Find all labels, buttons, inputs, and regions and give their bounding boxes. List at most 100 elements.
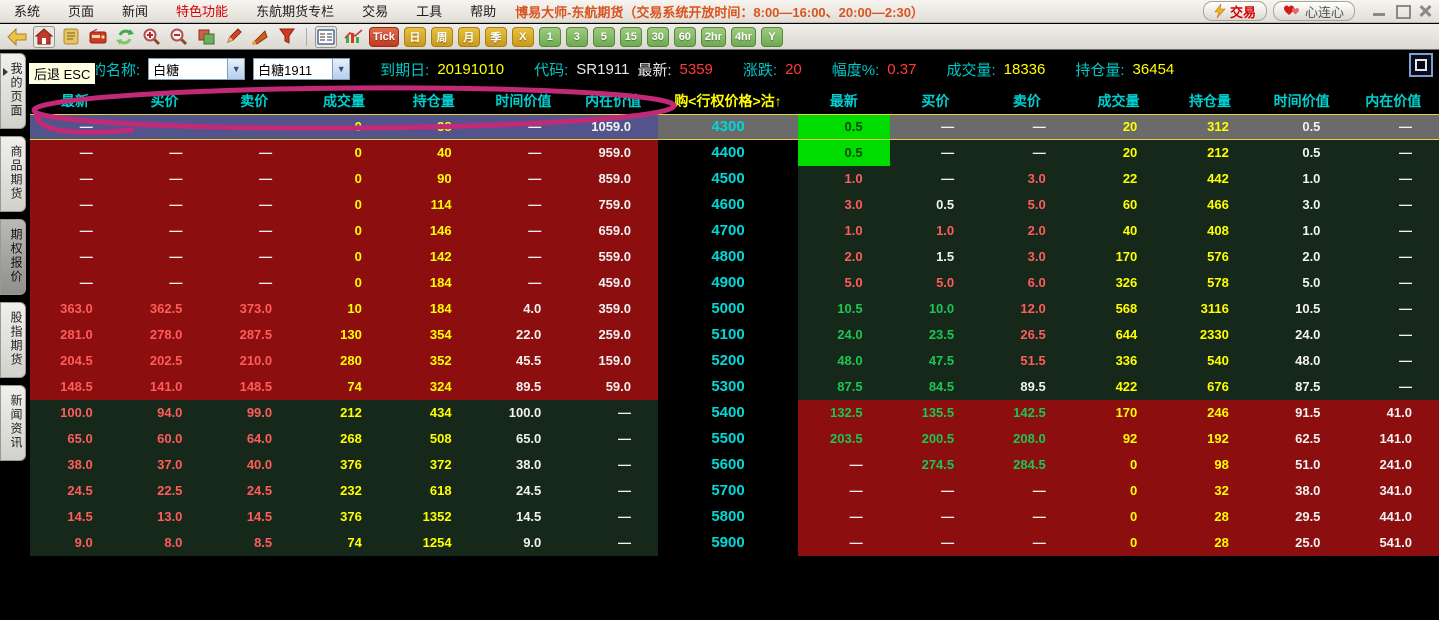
period-button-30[interactable]: 30 bbox=[647, 27, 669, 47]
call-header-1[interactable]: 最新 bbox=[30, 88, 120, 114]
menu-item-2[interactable]: 页面 bbox=[54, 0, 108, 23]
period-button-y[interactable]: Y bbox=[761, 27, 783, 47]
back-arrow-icon[interactable] bbox=[6, 26, 28, 48]
option-row-4600[interactable]: ———0114—759.046003.00.55.0604663.0— bbox=[30, 192, 1439, 218]
option-row-5000[interactable]: 363.0362.5373.0101844.0359.0500010.510.0… bbox=[30, 296, 1439, 322]
menu-item-8[interactable]: 帮助 bbox=[456, 0, 510, 23]
cell: 87.5 bbox=[798, 374, 890, 400]
cell: 4.0 bbox=[479, 296, 569, 322]
period-button-日[interactable]: 日 bbox=[404, 27, 426, 47]
option-row-4700[interactable]: ———0146—659.047001.01.02.0404081.0— bbox=[30, 218, 1439, 244]
put-header-6[interactable]: 时间价值 bbox=[1256, 88, 1348, 114]
period-button-15[interactable]: 15 bbox=[620, 27, 642, 47]
call-header-3[interactable]: 卖价 bbox=[209, 88, 299, 114]
period-button-5[interactable]: 5 bbox=[593, 27, 615, 47]
period-button-60[interactable]: 60 bbox=[674, 27, 696, 47]
period-button-tick[interactable]: Tick bbox=[369, 27, 399, 47]
cell: 64.0 bbox=[209, 426, 299, 452]
cell: 40 bbox=[389, 140, 479, 166]
period-button-月[interactable]: 月 bbox=[458, 27, 480, 47]
option-row-4800[interactable]: ———0142—559.048002.01.53.01705762.0— bbox=[30, 244, 1439, 270]
option-row-5900[interactable]: 9.08.08.57412549.0—5900———02825.0541.0 bbox=[30, 530, 1439, 556]
cell: 676 bbox=[1164, 374, 1256, 400]
fm-icon[interactable] bbox=[87, 26, 109, 48]
call-header-6[interactable]: 时间价值 bbox=[479, 88, 569, 114]
period-button-x[interactable]: X bbox=[512, 27, 534, 47]
menu-item-5[interactable]: 东航期货专栏 bbox=[242, 0, 348, 23]
option-row-5200[interactable]: 204.5202.5210.028035245.5159.0520048.047… bbox=[30, 348, 1439, 374]
cell: 6.0 bbox=[981, 270, 1073, 296]
trade-button[interactable]: 交易 bbox=[1203, 1, 1267, 21]
sidebar-tab-3[interactable]: 期权报价 bbox=[0, 219, 26, 295]
funnel-icon[interactable] bbox=[276, 26, 298, 48]
put-header-2[interactable]: 买价 bbox=[890, 88, 982, 114]
sidebar-tab-4[interactable]: 股指期货 bbox=[0, 302, 26, 378]
period-button-3[interactable]: 3 bbox=[566, 27, 588, 47]
sidebar-tab-1[interactable]: 我的页面 bbox=[0, 53, 26, 129]
contract-select[interactable]: 白糖1911 ▼ bbox=[253, 58, 350, 80]
code-value: SR1911 bbox=[576, 61, 629, 78]
sidebar-tab-5[interactable]: 新闻资讯 bbox=[0, 385, 26, 461]
minimize-icon[interactable] bbox=[1369, 3, 1389, 19]
period-button-周[interactable]: 周 bbox=[431, 27, 453, 47]
zoom-out-icon[interactable] bbox=[168, 26, 190, 48]
call-header-2[interactable]: 买价 bbox=[120, 88, 210, 114]
option-row-5500[interactable]: 65.060.064.026850865.0—5500203.5200.5208… bbox=[30, 426, 1439, 452]
strike-price: 5100 bbox=[658, 322, 798, 348]
put-header-5[interactable]: 持仓量 bbox=[1164, 88, 1256, 114]
period-button-2hr[interactable]: 2hr bbox=[701, 27, 726, 47]
put-side: 132.5135.5142.517024691.541.0 bbox=[798, 400, 1439, 426]
refresh-icon[interactable] bbox=[114, 26, 136, 48]
call-header-5[interactable]: 持仓量 bbox=[389, 88, 479, 114]
put-header-1[interactable]: 最新 bbox=[798, 88, 890, 114]
period-button-1[interactable]: 1 bbox=[539, 27, 561, 47]
menu-item-1[interactable]: 系统 bbox=[0, 0, 54, 23]
option-row-5700[interactable]: 24.522.524.523261824.5—5700———03238.0341… bbox=[30, 478, 1439, 504]
put-header-4[interactable]: 成交量 bbox=[1073, 88, 1165, 114]
sidebar-tab-2[interactable]: 商品期货 bbox=[0, 136, 26, 212]
option-row-4300[interactable]: ———038—1059.043000.5——203120.5— bbox=[30, 114, 1439, 140]
expiry-value: 20191010 bbox=[437, 61, 504, 78]
home-icon[interactable] bbox=[33, 26, 55, 48]
underlying-select[interactable]: 白糖 ▼ bbox=[148, 58, 245, 80]
close-icon[interactable] bbox=[1415, 3, 1435, 19]
heart-link-button[interactable]: 心连心 bbox=[1273, 1, 1355, 21]
call-header-7[interactable]: 内在价值 bbox=[568, 88, 658, 114]
call-header-4[interactable]: 成交量 bbox=[299, 88, 389, 114]
option-row-5600[interactable]: 38.037.040.037637238.0—5600—274.5284.509… bbox=[30, 452, 1439, 478]
cell: 100.0 bbox=[30, 400, 120, 426]
option-row-5100[interactable]: 281.0278.0287.513035422.0259.0510024.023… bbox=[30, 322, 1439, 348]
chevron-down-icon[interactable]: ▼ bbox=[332, 59, 349, 79]
cell: 0.5 bbox=[890, 192, 982, 218]
put-header-3[interactable]: 卖价 bbox=[981, 88, 1073, 114]
maximize-icon[interactable] bbox=[1392, 3, 1412, 19]
put-header-7[interactable]: 内在价值 bbox=[1347, 88, 1439, 114]
cell: 1352 bbox=[389, 504, 479, 530]
period-button-4hr[interactable]: 4hr bbox=[731, 27, 756, 47]
menu-item-3[interactable]: 新闻 bbox=[108, 0, 162, 23]
strike-column-header[interactable]: 购<行权价格>沽↑ bbox=[658, 88, 798, 114]
option-row-4400[interactable]: ———040—959.044000.5——202120.5— bbox=[30, 140, 1439, 166]
option-row-5300[interactable]: 148.5141.0148.57432489.559.0530087.584.5… bbox=[30, 374, 1439, 400]
quote-board-icon[interactable] bbox=[315, 26, 337, 48]
kline-icon[interactable] bbox=[342, 26, 364, 48]
period-button-季[interactable]: 季 bbox=[485, 27, 507, 47]
option-row-5400[interactable]: 100.094.099.0212434100.0—5400132.5135.51… bbox=[30, 400, 1439, 426]
menu-item-7[interactable]: 工具 bbox=[402, 0, 456, 23]
cell: 132.5 bbox=[798, 400, 890, 426]
layers-icon[interactable] bbox=[195, 26, 217, 48]
option-row-4900[interactable]: ———0184—459.049005.05.06.03265785.0— bbox=[30, 270, 1439, 296]
chevron-down-icon[interactable]: ▼ bbox=[227, 59, 244, 79]
option-row-4500[interactable]: ———090—859.045001.0—3.0224421.0— bbox=[30, 166, 1439, 192]
cell: 341.0 bbox=[1347, 478, 1439, 504]
menu-item-4[interactable]: 特色功能 bbox=[162, 0, 242, 23]
memo-icon[interactable] bbox=[60, 26, 82, 48]
option-row-5800[interactable]: 14.513.014.5376135214.5—5800———02829.544… bbox=[30, 504, 1439, 530]
menu-item-6[interactable]: 交易 bbox=[348, 0, 402, 23]
cell: 47.5 bbox=[890, 348, 982, 374]
horn-icon[interactable] bbox=[249, 26, 271, 48]
zoom-in-icon[interactable] bbox=[141, 26, 163, 48]
cell: 74 bbox=[299, 374, 389, 400]
restore-window-icon[interactable] bbox=[1409, 53, 1433, 77]
pencil-icon[interactable] bbox=[222, 26, 244, 48]
